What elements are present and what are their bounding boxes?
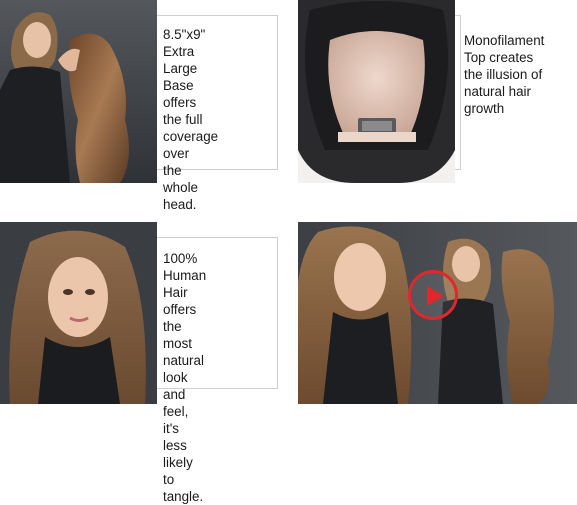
feature-caption: 100% Human Hair offers the most natural … bbox=[163, 251, 207, 504]
feature-caption: 8.5"x9" Extra Large Base offers the full… bbox=[163, 27, 219, 212]
photo-model-holding-wig bbox=[0, 0, 157, 183]
photo-wig-cap bbox=[298, 0, 455, 183]
feature-caption: Monofilament Top creates the illusion of… bbox=[464, 33, 545, 116]
photo-model-portrait bbox=[0, 222, 157, 404]
play-button[interactable] bbox=[408, 270, 458, 320]
play-icon bbox=[427, 286, 444, 306]
